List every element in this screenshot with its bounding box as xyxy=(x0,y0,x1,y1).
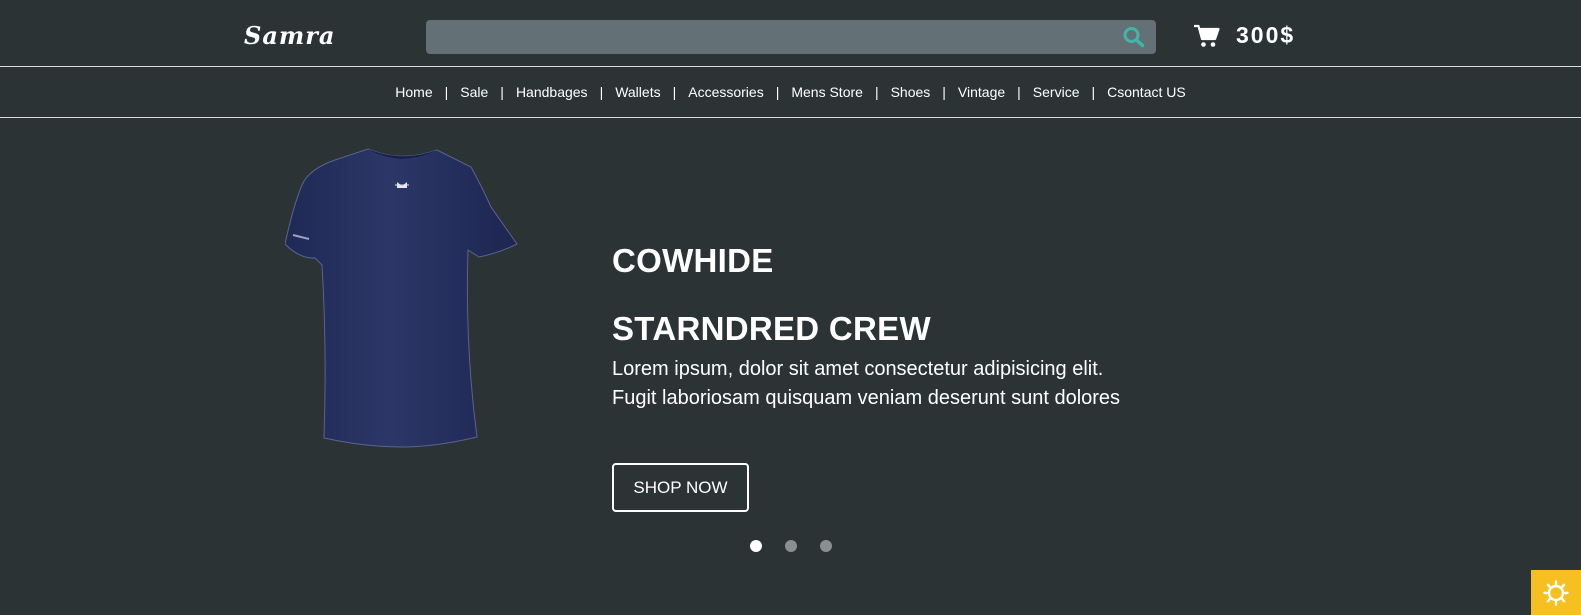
hero-title-line-2: STARNDRED CREW xyxy=(612,310,931,347)
main-nav: Home | Sale | Handbages | Wallets | Accessories |… xyxy=(0,67,1581,118)
carousel-dot-1[interactable] xyxy=(750,540,762,552)
hero-title-line-1: COWHIDE xyxy=(612,242,774,279)
search-input[interactable] xyxy=(426,20,1106,54)
shop-now-button[interactable]: SHOP NOW xyxy=(612,463,749,512)
nav-separator: | xyxy=(599,84,604,100)
nav-item-sale[interactable]: Sale xyxy=(460,84,488,100)
nav-separator: | xyxy=(1017,84,1021,100)
top-header: Samra 300$ xyxy=(0,0,1581,67)
nav-separator: | xyxy=(775,84,780,100)
theme-toggle-button[interactable] xyxy=(1531,570,1581,615)
carousel-dot-3[interactable] xyxy=(820,540,832,552)
cart-button[interactable]: 300$ xyxy=(1193,22,1295,49)
nav-separator: | xyxy=(444,84,449,100)
nav-item-contact-us[interactable]: Csontact US xyxy=(1107,84,1186,100)
nav-separator: | xyxy=(500,84,504,100)
nav-item-home[interactable]: Home xyxy=(395,84,432,100)
nav-separator: | xyxy=(942,84,946,100)
nav-item-wallets[interactable]: Wallets xyxy=(615,84,660,100)
sun-icon xyxy=(1543,580,1569,606)
nav-item-accessories[interactable]: Accessories xyxy=(688,84,763,100)
hero-description: Lorem ipsum, dolor sit amet consectetur … xyxy=(612,358,1121,409)
nav-item-handbages[interactable]: Handbages xyxy=(516,84,588,100)
nav-separator: | xyxy=(874,84,879,100)
carousel-dot-2[interactable] xyxy=(785,540,797,552)
nav-item-mens-store[interactable]: Mens Store xyxy=(791,84,863,100)
hero-title: COWHIDE STARNDRED CREW xyxy=(612,227,931,363)
nav-list: Home | Sale | Handbages | Wallets | Accessories |… xyxy=(0,84,1581,100)
cart-icon xyxy=(1193,23,1221,49)
navy-tshirt-image xyxy=(284,147,519,449)
nav-separator: | xyxy=(672,84,677,100)
cart-total: 300$ xyxy=(1236,22,1296,48)
search-bar xyxy=(426,20,1156,54)
nav-separator: | xyxy=(1091,84,1096,100)
search-icon[interactable] xyxy=(1122,26,1146,48)
nav-item-vintage[interactable]: Vintage xyxy=(958,84,1005,100)
site-logo[interactable]: Samra xyxy=(244,21,335,50)
nav-item-service[interactable]: Service xyxy=(1033,84,1080,100)
nav-item-shoes[interactable]: Shoes xyxy=(891,84,931,100)
